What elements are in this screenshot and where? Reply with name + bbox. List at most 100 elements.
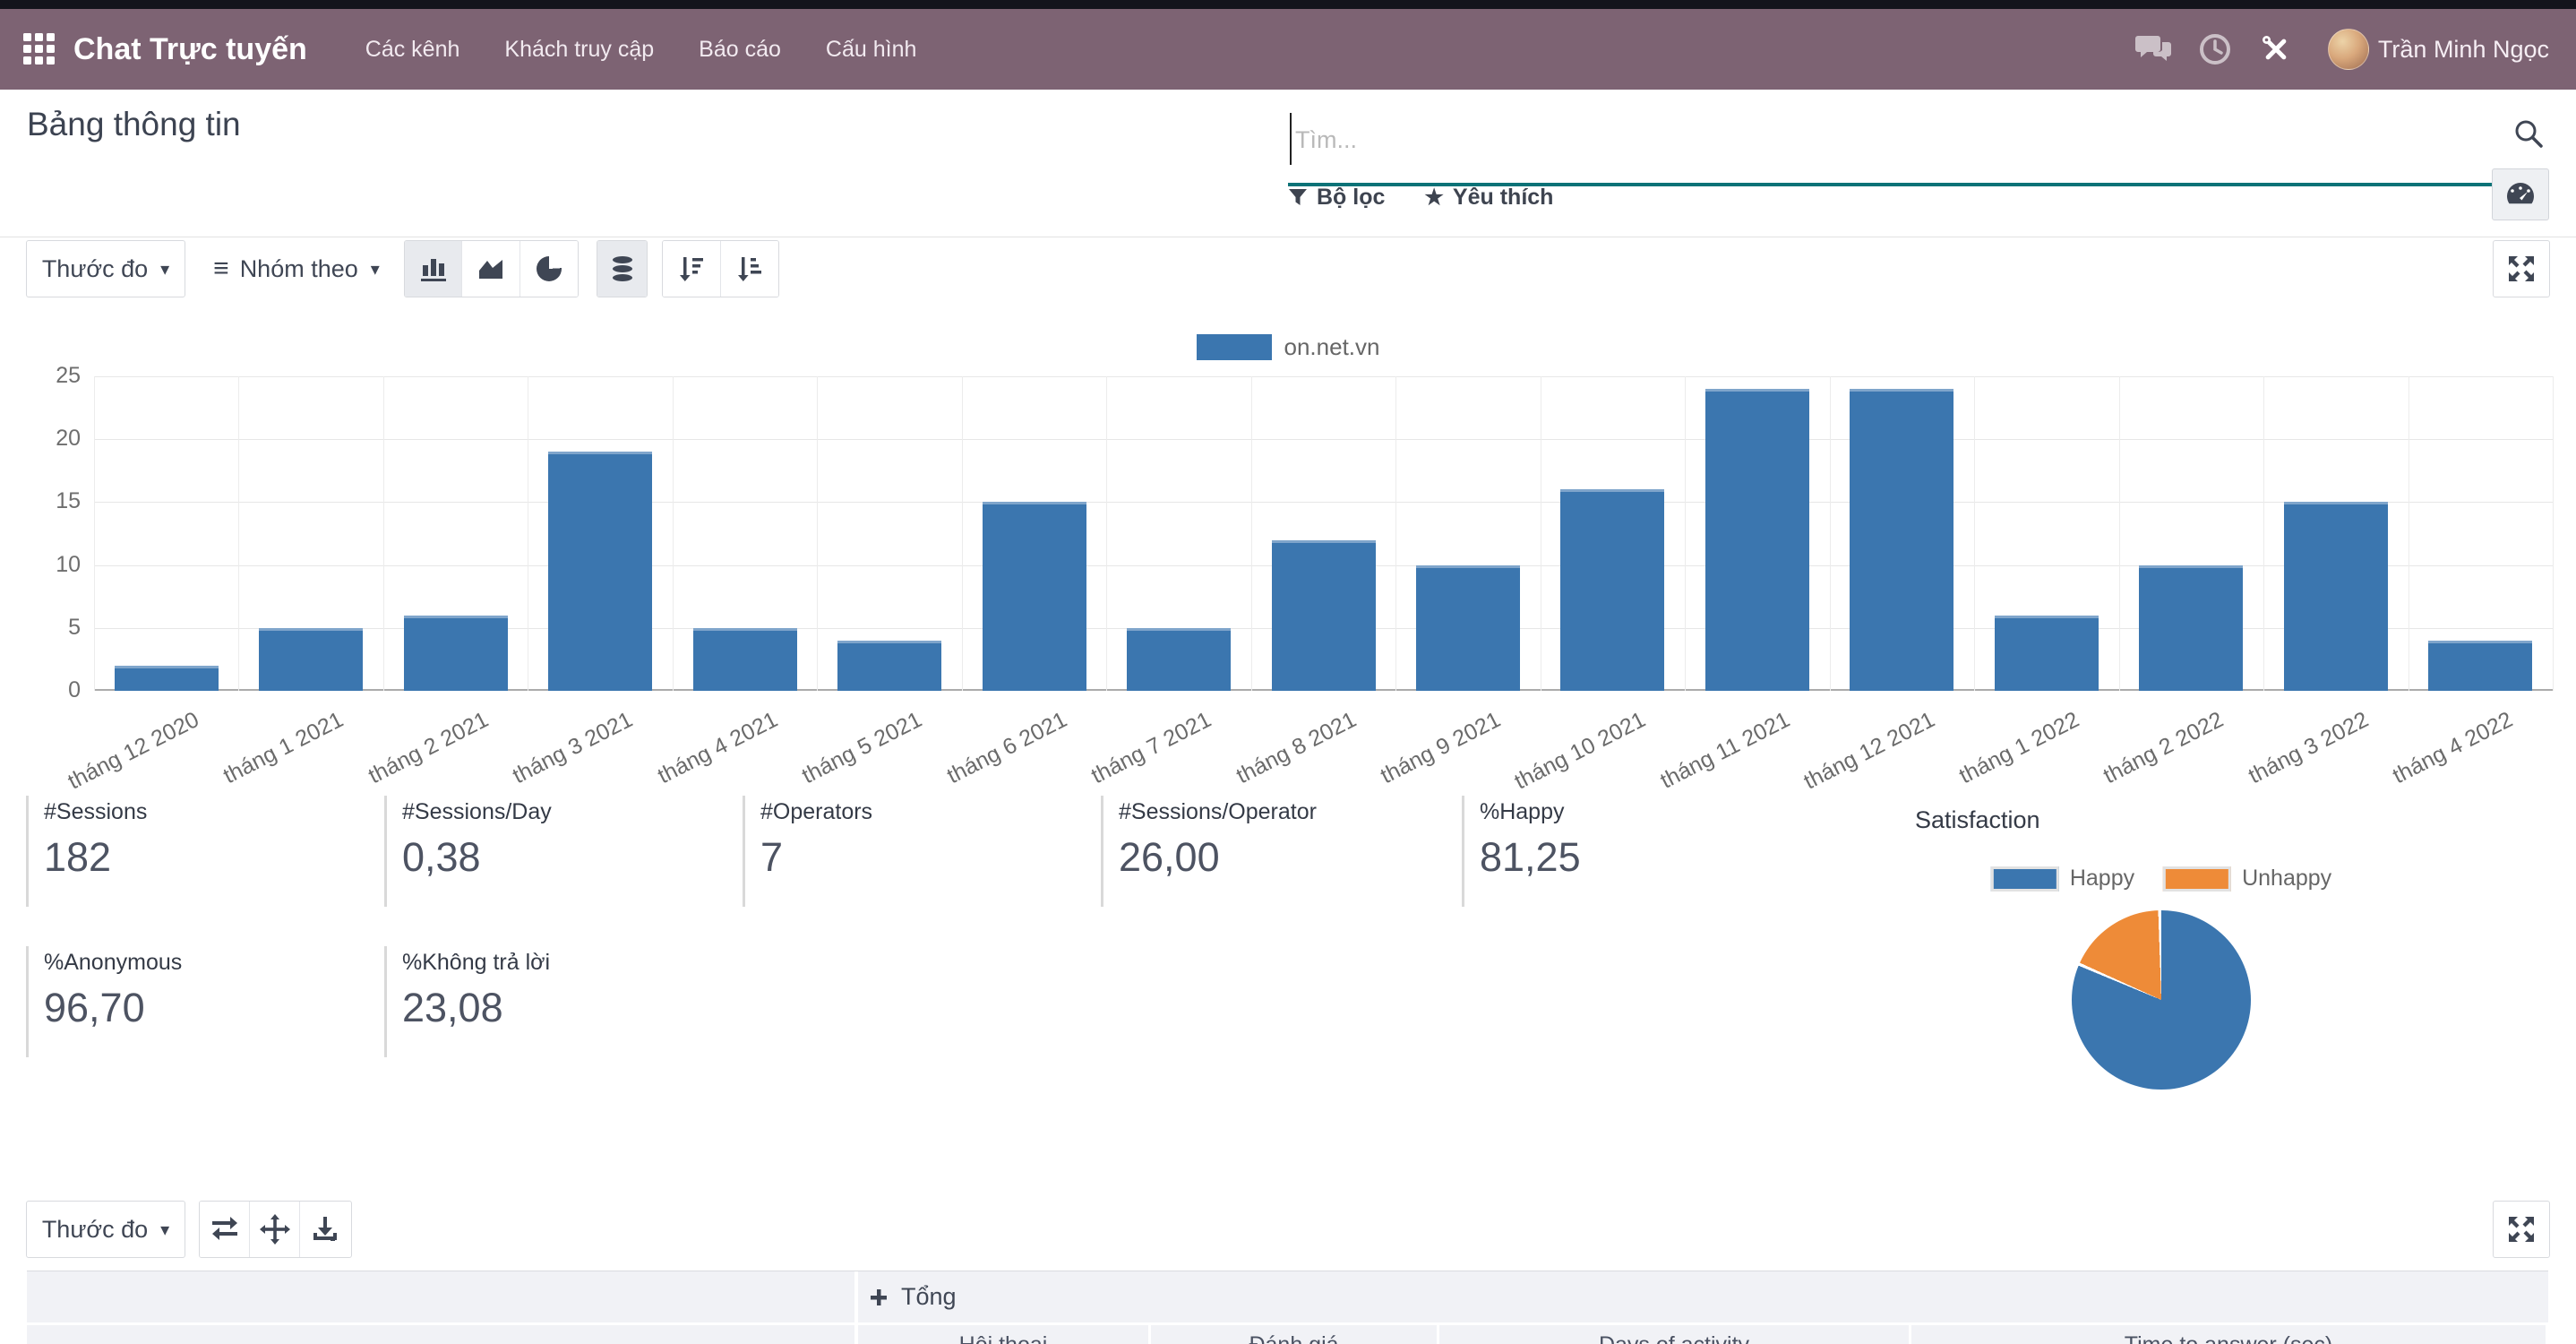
gridline-x — [2119, 376, 2120, 691]
favorites-label: Yêu thích — [1453, 185, 1554, 211]
favorites-button[interactable]: ★ Yêu thích — [1424, 185, 1553, 211]
flip-axis-icon[interactable] — [200, 1202, 250, 1257]
pivot-column-3[interactable]: Time to answer (sec) — [1911, 1325, 2546, 1344]
bar-tháng-12-2020[interactable] — [115, 666, 219, 691]
bar-tháng-12-2021[interactable] — [1850, 389, 1953, 691]
bar-chart-icon[interactable] — [405, 241, 462, 297]
satisfaction-pie-chart[interactable] — [2072, 910, 2251, 1090]
nav-item-3[interactable]: Cấu hình — [803, 9, 939, 90]
gridline-x — [817, 376, 818, 691]
star-icon: ★ — [1424, 185, 1444, 211]
filters-label: Bộ lọc — [1317, 185, 1385, 211]
bar-tháng-6-2021[interactable] — [983, 502, 1086, 691]
sort-desc-icon[interactable] — [663, 241, 721, 297]
expand-all-icon[interactable] — [250, 1202, 300, 1257]
gridline-y — [94, 376, 2553, 377]
dashboard-view-switcher[interactable] — [2492, 168, 2549, 220]
stat--happy: %Happy81,25 — [1462, 796, 1802, 907]
pivot-column-label: Days of activity — [1439, 1332, 1909, 1344]
gridline-x — [962, 376, 963, 691]
chevron-down-icon: ▾ — [160, 258, 169, 280]
bar-tháng-4-2022[interactable] — [2428, 641, 2532, 691]
pivot-measures-label: Thước đo — [42, 1216, 148, 1244]
stat--anonymous: %Anonymous96,70 — [26, 946, 366, 1057]
gridline-x — [1251, 376, 1252, 691]
pivot-measures-button[interactable]: Thước đo ▾ — [26, 1201, 185, 1258]
apps-grid-icon[interactable] — [20, 30, 59, 69]
gridline-x — [238, 376, 239, 691]
x-tick-label: tháng 4 2021 — [654, 707, 782, 789]
nav-item-1[interactable]: Khách truy cập — [482, 9, 676, 90]
pivot-corner-cell — [27, 1271, 854, 1322]
search-input[interactable] — [1288, 93, 2549, 186]
pivot-total-header[interactable]: Tổng — [858, 1271, 2548, 1322]
x-tick-label: tháng 1 2022 — [1955, 707, 2083, 789]
stacked-icon[interactable] — [597, 241, 647, 297]
bar-tháng-3-2021[interactable] — [548, 452, 652, 691]
stat-value: 96,70 — [44, 985, 366, 1031]
text-caret — [1290, 113, 1292, 165]
expand-icon — [2506, 254, 2537, 284]
messages-icon[interactable] — [2134, 30, 2174, 69]
expand-icon — [2506, 1214, 2537, 1245]
area-chart-icon[interactable] — [462, 241, 519, 297]
y-tick-label: 10 — [27, 552, 81, 578]
bar-tháng-2-2021[interactable] — [404, 616, 508, 691]
download-xlsx-icon[interactable] — [300, 1202, 350, 1257]
chevron-down-icon: ▾ — [160, 1219, 169, 1241]
chart-type-group — [404, 240, 579, 297]
bar-tháng-4-2021[interactable] — [693, 628, 797, 691]
gridline-x — [383, 376, 384, 691]
bar-tháng-1-2021[interactable] — [259, 628, 363, 691]
pie-legend: Happy Unhappy — [1977, 866, 2346, 892]
stat-value: 26,00 — [1119, 834, 1441, 881]
groupby-button[interactable]: ≡ Nhóm theo ▾ — [211, 240, 382, 297]
avatar[interactable] — [2328, 29, 2369, 70]
pie-legend-unhappy[interactable]: Unhappy — [2163, 866, 2331, 892]
user-menu[interactable]: Trần Minh Ngọc — [2378, 36, 2549, 64]
filters-button[interactable]: Bộ lọc — [1288, 185, 1385, 211]
x-tick-label: tháng 12 2021 — [1799, 707, 1939, 795]
bar-tháng-5-2021[interactable] — [837, 641, 941, 691]
pivot-column-label: Đánh giá — [1151, 1332, 1437, 1344]
apps-grid-glyph — [21, 31, 57, 67]
x-tick-label: tháng 11 2021 — [1656, 707, 1794, 795]
activities-clock-icon[interactable] — [2195, 30, 2235, 69]
bar-tháng-9-2021[interactable] — [1416, 565, 1520, 691]
bar-tháng-10-2021[interactable] — [1560, 489, 1664, 691]
stat-value: 182 — [44, 834, 366, 881]
bar-tháng-2-2022[interactable] — [2139, 565, 2243, 691]
y-tick-label: 20 — [27, 426, 81, 452]
messages-glyph — [2135, 33, 2173, 65]
pie-chart-icon[interactable] — [520, 241, 578, 297]
bar-tháng-8-2021[interactable] — [1272, 540, 1376, 691]
app-title[interactable]: Chat Trực tuyến — [73, 32, 307, 67]
nav-item-2[interactable]: Báo cáo — [676, 9, 803, 90]
bar-tháng-7-2021[interactable] — [1127, 628, 1231, 691]
page-title: Bảng thông tin — [27, 106, 241, 143]
pivot-column-1[interactable]: Đánh giá — [1151, 1325, 1437, 1344]
bar-tháng-3-2022[interactable] — [2284, 502, 2388, 691]
bar-tháng-11-2021[interactable] — [1705, 389, 1809, 691]
pie-legend-happy[interactable]: Happy — [1991, 866, 2134, 892]
gridline-x — [2553, 376, 2554, 691]
pivot-column-2[interactable]: Days of activity — [1439, 1325, 1909, 1344]
graph-measures-button[interactable]: Thước đo ▾ — [26, 240, 185, 297]
stat-label: #Sessions/Operator — [1119, 799, 1441, 825]
debug-tools-icon[interactable] — [2256, 30, 2296, 69]
graph-measures-label: Thước đo — [42, 255, 148, 283]
pivot-fullscreen-button[interactable] — [2493, 1201, 2550, 1258]
nav-item-0[interactable]: Các kênh — [343, 9, 483, 90]
search-icon[interactable] — [2513, 118, 2544, 153]
pivot-column-0[interactable]: Hội thoại — [858, 1325, 1148, 1344]
stat-label: #Sessions/Day — [402, 799, 725, 825]
graph-fullscreen-button[interactable] — [2493, 240, 2550, 297]
legend-label: Unhappy — [2242, 866, 2331, 892]
pivot-table: Tổng Hội thoạiĐánh giáDays of activityTi… — [27, 1271, 2548, 1344]
x-tick-label: tháng 2 2021 — [365, 707, 493, 789]
graph-legend[interactable]: on.net.vn — [0, 333, 2576, 361]
sort-asc-icon[interactable] — [721, 241, 779, 297]
legend-swatch — [1197, 334, 1272, 360]
bar-tháng-1-2022[interactable] — [1995, 616, 2099, 691]
chevron-down-icon: ▾ — [371, 258, 380, 280]
